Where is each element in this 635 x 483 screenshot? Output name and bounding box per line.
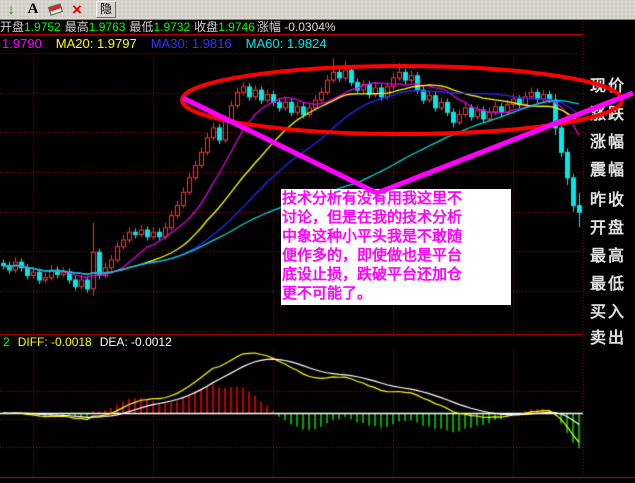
change-label: 涨幅: [256, 20, 281, 34]
quote-field-label: 开盘: [0, 20, 25, 34]
sidebar-label-5: 昨收: [590, 192, 627, 209]
sidebar-label-6: 开盘: [590, 220, 627, 237]
macd-header-row: 2 DIFF: -0.0018 DEA: -0.0012: [3, 336, 403, 349]
note-box[interactable]: 技术分析有没有用我这里不 讨论，但是在我的技术分析 中象这种小平头我是不敢随 便作多的…: [281, 189, 511, 305]
quote-field-value: 1.9732: [153, 20, 191, 34]
app-window: ↓ A × 隐 开盘1.9752最高1.9763最低1.9732收盘1.9746…: [0, 0, 635, 483]
quote-sidebar: 现价涨跌涨幅震幅昨收开盘最高最低买入卖出: [585, 21, 635, 477]
quote-field-value: 1.9763: [88, 20, 126, 34]
note-line: 技术分析有没有用我这里不: [282, 190, 463, 207]
ma-value: MA60: 1.9824: [245, 36, 327, 51]
sidebar-label-8: 最低: [590, 276, 627, 293]
ma-value: MA20: 1.9797: [55, 36, 137, 51]
sidebar-label-9: 买入: [590, 304, 627, 321]
note-line: 更不可能了。: [282, 285, 373, 302]
quote-field-label: 最低: [129, 20, 154, 34]
note-line: 便作多的，即使做也是平台: [282, 247, 463, 264]
sidebar-label-2: 涨跌: [590, 106, 627, 123]
change-value: -0.0304%: [280, 20, 336, 34]
header-separator: [0, 34, 583, 35]
sidebar-label-7: 最高: [590, 248, 627, 265]
macd-dea-value: DEA: -0.0012: [99, 335, 172, 349]
moving-average-row: 1.9790 MA20: 1.9797 MA30: 1.9816 MA60: 1.98…: [2, 37, 585, 51]
quote-field-label: 收盘: [194, 20, 219, 34]
ma-value: MA30: 1.9816: [150, 36, 232, 51]
quote-header-row: 开盘1.9752 最高1.9763 最低1.9732 收盘1.9746 涨幅 -0.03…: [0, 21, 583, 34]
macd-period: 2: [3, 335, 10, 349]
sidebar-label-10: 卖出: [590, 330, 627, 347]
sidebar-label-4: 震幅: [590, 162, 627, 179]
note-line: 中象这种小平头我是不敢随: [282, 228, 463, 245]
sidebar-label-3: 涨幅: [590, 134, 627, 151]
macd-diff-value: DIFF: -0.0018: [17, 335, 92, 349]
note-line: 底设止损，跌破平台还加仓: [282, 266, 463, 283]
quote-field-value: 1.9746: [218, 20, 255, 34]
ma-value: 1.9790: [2, 36, 42, 51]
sidebar-label-1: 现价: [590, 78, 627, 95]
quote-field-value: 1.9752: [24, 20, 61, 34]
note-line: 讨论，但是在我的技术分析: [282, 209, 463, 226]
quote-field-label: 最高: [64, 20, 89, 34]
